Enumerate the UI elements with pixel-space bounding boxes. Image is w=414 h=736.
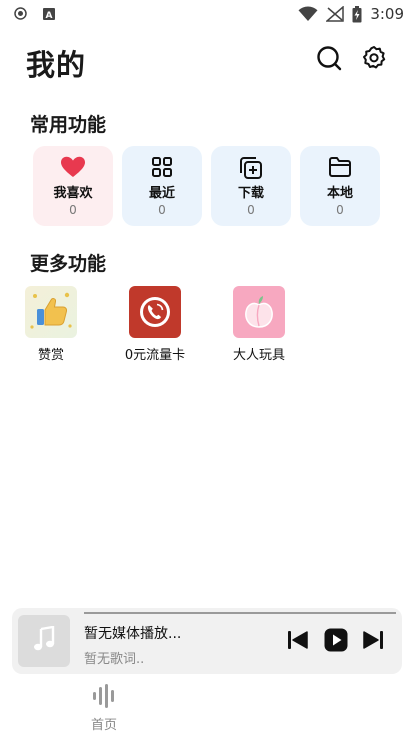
status-bar: A 3:09 [0, 0, 414, 30]
player-title: 暂无媒体播放... [84, 626, 182, 642]
player-lyric: 暂无歌词.. [84, 652, 145, 667]
more-item-toys[interactable]: 大人玩具 [211, 286, 307, 364]
album-art [18, 615, 70, 667]
battery-charging-icon [352, 5, 362, 23]
wifi-icon [298, 6, 318, 22]
music-note-icon [32, 625, 56, 656]
grid-icon [122, 156, 202, 178]
card-count: 0 [158, 203, 166, 217]
clock: 3:09 [370, 5, 404, 23]
a-badge-icon: A [43, 7, 55, 20]
download-plus-icon [211, 156, 291, 179]
svg-text:A: A [46, 11, 53, 20]
card-recent[interactable]: 最近 0 [122, 146, 202, 226]
more-item-label: 0元流量卡 [124, 348, 186, 363]
more-item-data-card[interactable]: 0元流量卡 [107, 286, 203, 364]
next-icon [362, 630, 384, 654]
card-count: 0 [247, 203, 255, 217]
header: 我的 [0, 40, 414, 84]
phone-call-icon [129, 286, 181, 338]
card-label: 下载 [237, 186, 264, 201]
card-favorites[interactable]: 我喜欢 0 [33, 146, 113, 226]
card-download[interactable]: 下载 0 [211, 146, 291, 226]
previous-button[interactable] [286, 630, 310, 654]
play-icon [324, 628, 348, 656]
settings-icon [361, 45, 387, 75]
mini-player[interactable]: 暂无媒体播放... 暂无歌词.. [12, 608, 402, 674]
bottom-nav: 首页 [0, 680, 414, 736]
soundwave-icon [91, 684, 117, 708]
record-icon [14, 7, 27, 20]
folder-icon [300, 156, 380, 178]
search-icon [316, 45, 342, 75]
next-button[interactable] [361, 630, 385, 654]
common-section-title: 常用功能 [30, 114, 107, 136]
no-signal-icon [326, 6, 345, 22]
more-item-label: 大人玩具 [232, 348, 285, 363]
more-item-label: 赞赏 [37, 348, 64, 363]
page-title: 我的 [26, 48, 87, 82]
card-local[interactable]: 本地 0 [300, 146, 380, 226]
card-count: 0 [69, 203, 77, 217]
search-button[interactable] [314, 45, 344, 75]
nav-home[interactable]: 首页 [78, 682, 130, 734]
previous-icon [287, 630, 309, 654]
more-functions: 赞赏 0元流量卡 大人玩具 [0, 286, 414, 366]
play-button[interactable] [324, 628, 348, 656]
more-item-praise[interactable]: 赞赏 [3, 286, 99, 364]
more-section-title: 更多功能 [30, 253, 107, 275]
player-progress-bar[interactable] [84, 612, 396, 614]
peach-icon [233, 286, 285, 338]
settings-button[interactable] [359, 45, 389, 75]
card-label: 最近 [148, 186, 175, 201]
nav-home-label: 首页 [90, 718, 117, 733]
thumbs-up-icon [25, 286, 77, 338]
heart-icon [33, 156, 113, 178]
card-label: 我喜欢 [53, 186, 93, 201]
card-label: 本地 [326, 186, 353, 201]
card-count: 0 [336, 203, 344, 217]
common-cards: 我喜欢 0 最近 0 下载 0 本地 0 [33, 146, 383, 226]
